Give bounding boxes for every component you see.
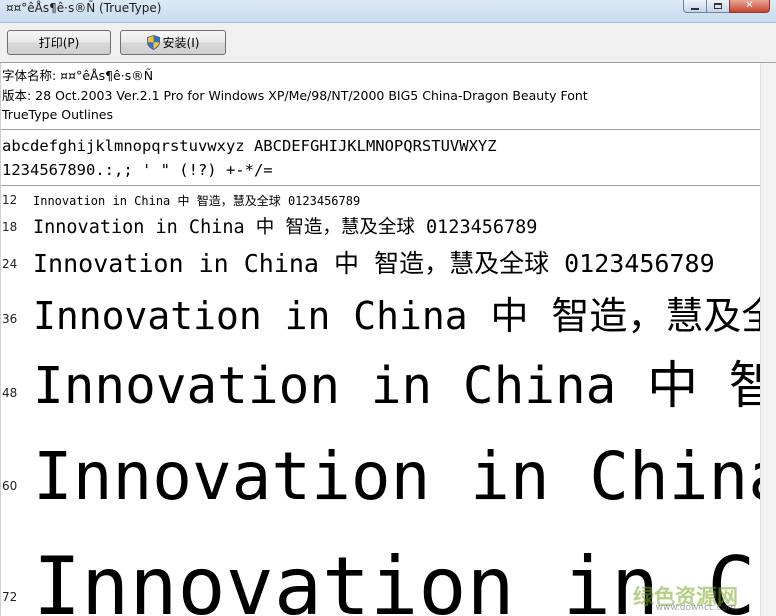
close-button[interactable]: ✕ [729,0,770,13]
divider [1,185,760,186]
sample-text: Innovation in China 中 智造，慧及全球 0123456789 [33,294,760,338]
charset-letters: abcdefghijklmnopqrstuvwxyz ABCDEFGHIJKLM… [2,137,497,155]
window-title: ¤¤°êÅs¶ê·s®Ñ (TrueType) [6,1,162,15]
minimize-button[interactable] [683,0,707,13]
charset-symbols: 1234567890.:,; ' " (!?) +-*/= [2,161,273,179]
print-button-label: 打印(P) [38,36,80,50]
uac-shield-icon [146,35,160,50]
watermark-url: www.downcc.com [655,603,736,613]
sample-text: Innovation in China 中 智造，慧及全球 0123456789 [33,217,538,238]
sample-size-label: 48 [2,386,18,400]
font-type-line: TrueType Outlines [2,107,113,122]
divider [1,129,760,130]
install-button[interactable]: 安装(I) [120,30,226,55]
sample-text: Innovation in China 中 智造，慧及全球 0123456789 [33,438,760,515]
sample-size-label: 72 [2,590,18,604]
title-bar[interactable]: ¤¤°êÅs¶ê·s®Ñ (TrueType) ✕ [0,0,776,23]
sample-size-label: 18 [2,220,18,234]
vertical-scrollbar[interactable] [760,63,776,616]
sample-text: Innovation in China 中 智造，慧及全球 0123456789 [33,249,715,278]
maximize-button[interactable] [706,0,730,13]
maximize-icon [714,3,722,9]
sample-size-label: 24 [2,257,18,271]
font-info: 字体名称: ¤¤°êÅs¶ê·s®Ñ 版本: 28 Oct.2003 Ver.2… [2,66,588,125]
install-button-label: 安装(I) [162,36,200,50]
toolbar: 打印(P) 安装(I) [0,23,776,63]
sample-text: Innovation in China 中 智造，慧及全球 0123456789 [33,194,361,208]
font-name-line: 字体名称: ¤¤°êÅs¶ê·s®Ñ [2,68,154,83]
sample-size-label: 12 [2,193,18,207]
close-icon: ✕ [745,0,754,11]
font-preview-area[interactable]: 字体名称: ¤¤°êÅs¶ê·s®Ñ 版本: 28 Oct.2003 Ver.2… [0,63,760,616]
watermark: 绿色资源网 www.downcc.com [633,581,738,615]
font-version-line: 版本: 28 Oct.2003 Ver.2.1 Pro for Windows … [2,87,588,103]
minimize-icon [691,7,699,10]
window-controls: ✕ [683,0,770,14]
print-button[interactable]: 打印(P) [7,30,111,55]
sample-text: Innovation in China 中 智造，慧及全球 0123456789 [33,357,760,416]
sample-size-label: 60 [2,479,18,493]
sample-size-label: 36 [2,312,18,326]
